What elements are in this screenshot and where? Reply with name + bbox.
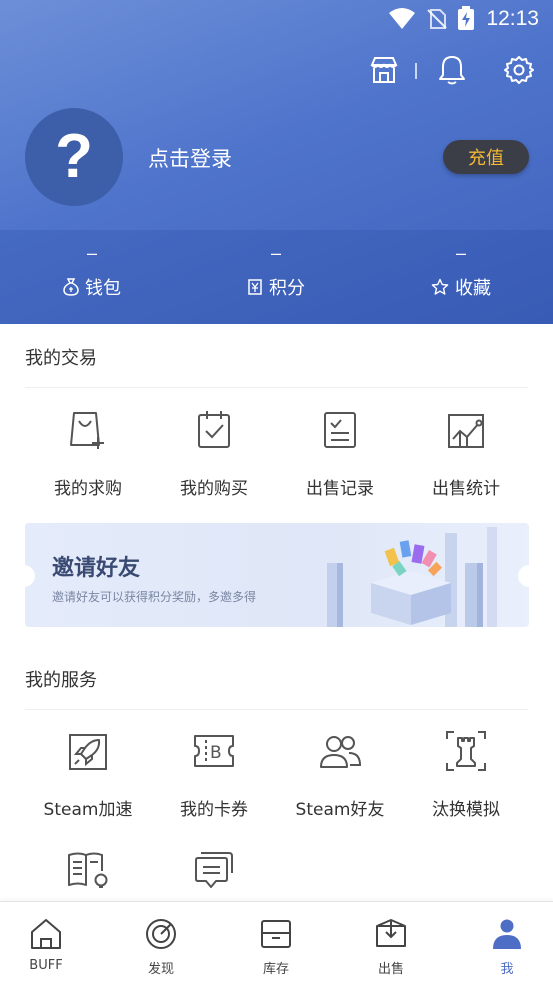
sale-records[interactable]: 出售记录 <box>277 408 403 499</box>
banner-notch-left <box>13 565 35 587</box>
points-label: 积分 <box>269 278 305 299</box>
nav-buff[interactable]: BUFF <box>0 902 101 983</box>
bottom-navigation: BUFF 发现 库存 出售 我 <box>0 901 553 983</box>
friends-icon <box>320 736 362 768</box>
sale-statistics-label: 出售统计 <box>432 479 500 499</box>
steam-friends-label: Steam好友 <box>295 800 385 820</box>
chart-icon <box>448 414 484 448</box>
bell-icon <box>439 56 465 85</box>
account-stats: – 钱包 – 积分 – 收藏 <box>0 240 553 320</box>
sell-icon <box>376 919 406 947</box>
recharge-button[interactable]: 充值 <box>443 140 529 174</box>
wallet-label: 钱包 <box>85 278 121 299</box>
feedback-icon <box>195 852 233 888</box>
rocket-icon <box>69 734 107 770</box>
my-coupons-label: 我的卡券 <box>180 800 248 820</box>
divider <box>25 709 528 710</box>
inventory-icon <box>261 920 291 948</box>
discover-icon <box>146 919 176 949</box>
bag-plus-icon <box>70 412 104 449</box>
avatar[interactable]: ? <box>25 108 123 206</box>
me-icon <box>493 919 521 949</box>
trade-up-simulator[interactable]: 汰换模拟 <box>403 729 529 820</box>
home-icon <box>31 919 61 949</box>
no-sim-icon <box>427 9 447 29</box>
favorites-value: – <box>455 243 466 263</box>
invite-banner-title: 邀请好友 <box>52 556 141 581</box>
nav-inventory-label: 库存 <box>262 962 289 977</box>
wallet-stat[interactable]: – 钱包 <box>22 240 162 300</box>
nav-inventory[interactable]: 库存 <box>221 902 331 983</box>
steam-accelerator[interactable]: Steam加速 <box>25 729 151 820</box>
avatar-placeholder: ? <box>55 122 93 191</box>
wifi-icon <box>389 8 415 29</box>
nav-sell[interactable]: 出售 <box>336 902 446 983</box>
profile-header: 12:13 ? 点击登录 充值 – 钱包 – 积分 – 收藏 <box>0 0 553 324</box>
my-buy-orders[interactable]: 我的求购 <box>25 408 151 499</box>
clipboard-check-icon <box>198 411 230 448</box>
banner-notch-right <box>518 565 540 587</box>
my-buy-orders-label: 我的求购 <box>54 479 122 499</box>
nav-discover-label: 发现 <box>147 962 174 977</box>
points-stat[interactable]: – 积分 <box>206 240 346 300</box>
nav-sell-label: 出售 <box>377 962 404 977</box>
trade-up-simulator-label: 汰换模拟 <box>432 800 500 820</box>
header-actions <box>353 52 553 88</box>
sale-records-label: 出售记录 <box>306 479 374 499</box>
star-icon <box>431 278 449 295</box>
points-value: – <box>270 243 281 263</box>
coupon-icon: B <box>194 735 234 767</box>
favorites-stat[interactable]: – 收藏 <box>391 240 531 300</box>
wallet-value: – <box>86 243 97 263</box>
battery-charging-icon <box>458 6 474 30</box>
settings-button[interactable] <box>501 52 537 88</box>
my-services-title: 我的服务 <box>25 670 97 691</box>
shop-button[interactable] <box>366 52 402 88</box>
my-purchases-label: 我的购买 <box>180 479 248 499</box>
my-coupons[interactable]: B 我的卡券 <box>151 729 277 820</box>
header-divider <box>415 63 417 79</box>
favorites-label: 收藏 <box>455 278 491 299</box>
list-check-icon <box>324 412 356 448</box>
nav-me[interactable]: 我 <box>452 902 553 983</box>
wallet-icon <box>63 278 79 296</box>
nav-discover[interactable]: 发现 <box>106 902 216 983</box>
steam-accelerator-label: Steam加速 <box>43 800 133 820</box>
svg-text:B: B <box>210 743 222 763</box>
shop-icon <box>370 57 398 83</box>
nav-buff-label: BUFF <box>29 958 63 973</box>
divider <box>25 387 528 388</box>
guide-book-icon <box>68 852 108 888</box>
my-trades-title: 我的交易 <box>25 348 97 369</box>
sale-statistics[interactable]: 出售统计 <box>403 408 529 499</box>
tower-icon <box>446 731 486 771</box>
login-link[interactable]: 点击登录 <box>148 143 232 173</box>
my-purchases[interactable]: 我的购买 <box>151 408 277 499</box>
invite-friends-banner[interactable]: 邀请好友 邀请好友可以获得积分奖励，多邀多得 <box>25 523 529 627</box>
steam-friends[interactable]: Steam好友 <box>277 729 403 820</box>
status-time: 12:13 <box>486 7 539 30</box>
invite-banner-subtitle: 邀请好友可以获得积分奖励，多邀多得 <box>52 590 257 604</box>
status-bar: 12:13 <box>0 0 553 38</box>
gear-icon <box>504 56 534 84</box>
nav-me-label: 我 <box>500 962 514 977</box>
points-icon <box>248 279 262 295</box>
invite-illustration <box>327 527 497 627</box>
notification-button[interactable] <box>434 52 470 88</box>
